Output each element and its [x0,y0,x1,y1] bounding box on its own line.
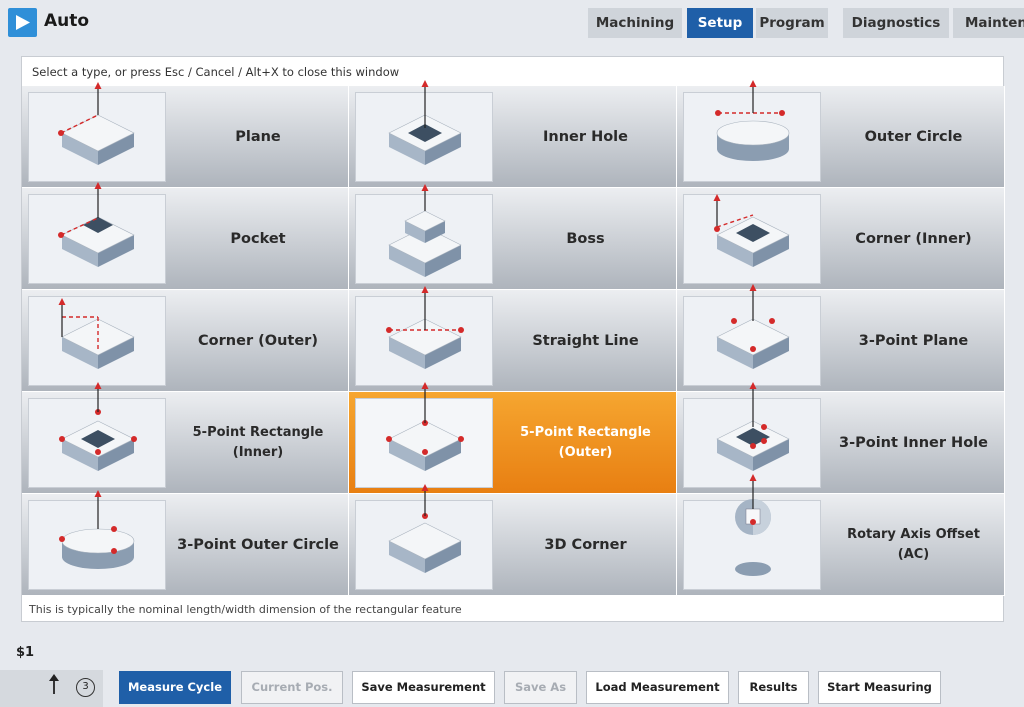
cycle-grid: Plane Inner Hole Outer Circle Pocket Boss Cor… [22,80,1005,596]
cycle-label: 3-Point Outer Circle [177,536,339,553]
results-button[interactable]: Results [738,671,809,704]
dialog-hint: Select a type, or press Esc / Cancel / A… [32,65,400,79]
save-as-button[interactable]: Save As [504,671,577,704]
corner-inner-icon [683,194,821,284]
measure-cycle-dialog: Select a type, or press Esc / Cancel / A… [21,56,1005,622]
cycle-option[interactable]: Straight Line [349,286,677,392]
cycle-label: Plane [235,128,281,145]
inner-hole-icon [355,80,493,182]
outer-circle-icon [683,80,821,182]
start-measuring-button[interactable]: Start Measuring [818,671,941,704]
cycle-option[interactable]: Boss [349,184,677,290]
cycle-label: Straight Line [532,332,639,349]
cycle-option[interactable]: 5-Point Rectangle (Inner) [22,382,349,494]
pocket-icon [28,182,166,284]
cycle-option[interactable]: 3-Point Inner Hole [677,382,1005,494]
plane-icon [28,82,166,182]
tab-diagnostics[interactable]: Diagnostics [843,8,949,38]
cycle-label: Rotary Axis Offset (AC) [847,526,980,562]
cycle-option[interactable]: 5-Point Rectangle (Outer) [349,382,677,494]
cycle-option[interactable]: Corner (Outer) [22,290,349,392]
axis-indicator: 3 [0,670,103,707]
cycle-option[interactable]: Rotary Axis Offset (AC) [677,474,1005,596]
tab-setup[interactable]: Setup [687,8,753,38]
circle-number-badge: 3 [76,678,95,697]
play-icon[interactable] [8,8,37,37]
straight-line-icon [355,286,493,386]
rotary-axis-offset-icon [683,474,821,590]
cycle-label: Outer Circle [864,128,963,145]
corner-outer-icon [28,296,166,386]
mode-title: Auto [44,11,90,31]
cycle-option[interactable]: Outer Circle [677,80,1005,188]
cycle-label: Boss [566,230,605,247]
cycle-label: 3-Point Inner Hole [839,434,988,451]
cycle-option[interactable]: 3-Point Plane [677,284,1005,392]
cycle-label: Inner Hole [543,128,628,145]
measure-cycle-button[interactable]: Measure Cycle [119,671,231,704]
cycle-option[interactable]: Inner Hole [349,80,677,188]
cycle-option[interactable]: Corner (Inner) [677,188,1005,290]
cycle-label: 3D Corner [544,536,627,553]
three-point-outer-circle-icon [28,490,166,590]
load-measurement-button[interactable]: Load Measurement [586,671,729,704]
3d-corner-icon [355,484,493,590]
cycle-label: 5-Point Rectangle (Inner) [192,424,324,460]
three-point-inner-hole-icon [683,382,821,488]
cycle-label: Corner (Inner) [855,230,972,247]
tab-machining[interactable]: Machining [588,8,682,38]
cycle-option[interactable]: 3D Corner [349,484,677,596]
cycle-label: 3-Point Plane [858,332,969,349]
boss-icon [355,184,493,284]
five-point-rect-inner-icon [28,382,166,488]
cycle-option[interactable]: Plane [22,82,349,188]
cycle-option[interactable]: 3-Point Outer Circle [22,490,349,596]
top-bar: Auto Machining Setup Program Diagnostics… [0,0,1024,46]
cycle-option[interactable]: Pocket [22,182,349,290]
cycle-label: 5-Point Rectangle (Outer) [520,424,651,460]
three-point-plane-icon [683,284,821,386]
field-description: This is typically the nominal length/wid… [29,603,462,616]
up-arrow-icon [49,674,59,694]
tab-program[interactable]: Program [756,8,828,38]
cycle-label: Pocket [230,230,286,247]
tab-maintenance[interactable]: Maintenance [953,8,1024,38]
variable-indicator: $1 [16,645,35,660]
save-measurement-button[interactable]: Save Measurement [352,671,495,704]
cycle-label: Corner (Outer) [198,332,318,349]
five-point-rect-outer-icon [355,382,493,488]
current-pos-button[interactable]: Current Pos. [241,671,343,704]
